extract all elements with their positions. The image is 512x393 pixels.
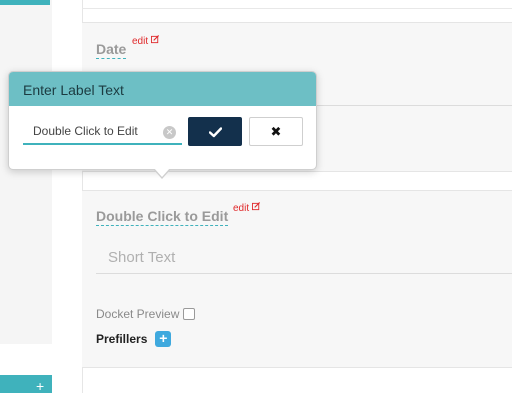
divider: [82, 8, 512, 9]
docket-preview: Docket Preview: [96, 307, 196, 321]
check-icon: [208, 127, 222, 138]
popover-title: Enter Label Text: [23, 82, 124, 98]
label-edit-popover: Enter Label Text Double Click to Edit ✕ …: [8, 71, 317, 179]
sidebar-tab-top[interactable]: [0, 0, 50, 5]
short-text-edit-link[interactable]: edit: [233, 202, 261, 214]
short-text-placeholder[interactable]: Short Text: [108, 249, 175, 266]
edit-label: edit: [233, 203, 250, 214]
date-field-label[interactable]: Date: [96, 41, 127, 59]
popover-arrow-fill: [154, 168, 170, 177]
edit-icon: [251, 202, 260, 211]
edit-icon: [150, 35, 159, 44]
label-text-value: Double Click to Edit: [33, 124, 138, 138]
short-text-field-label[interactable]: Double Click to Edit: [96, 208, 229, 226]
popover-header: Enter Label Text: [9, 72, 316, 106]
prefillers: Prefillers +: [96, 330, 172, 347]
plus-icon: +: [159, 330, 168, 346]
label-text-input[interactable]: Double Click to Edit ✕: [23, 120, 182, 145]
date-edit-link[interactable]: edit: [132, 35, 160, 47]
confirm-button[interactable]: [188, 117, 242, 146]
docket-preview-label: Docket Preview: [96, 307, 180, 321]
edit-label: edit: [132, 36, 149, 47]
left-panel: [0, 0, 52, 344]
prefillers-label: Prefillers: [96, 332, 148, 346]
add-prefiller-button[interactable]: +: [155, 330, 172, 347]
cancel-button[interactable]: ✖: [249, 117, 303, 146]
plus-icon: +: [36, 378, 45, 393]
short-text-field-card: Double Click to Edit edit Short Text Doc…: [82, 190, 512, 368]
date-input-underline: [308, 105, 512, 106]
clear-icon[interactable]: ✕: [163, 126, 176, 139]
short-text-underline: [96, 273, 512, 274]
docket-preview-checkbox[interactable]: [183, 308, 196, 320]
close-icon: ✖: [270, 124, 282, 139]
sidebar-tab-bottom[interactable]: +: [0, 375, 52, 393]
